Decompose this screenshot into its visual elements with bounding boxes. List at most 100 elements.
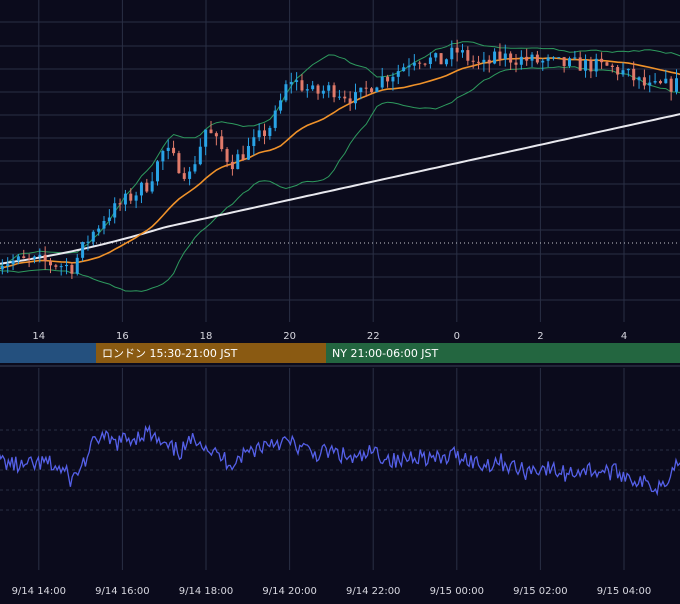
candle-down [225,149,229,162]
candle-down [423,63,427,65]
candle-down [177,153,181,174]
session-london-label: ロンドン 15:30-21:00 JST [102,347,238,360]
candle-down [241,154,245,160]
candle-up [493,51,497,64]
candle-up [246,145,250,160]
candle-down [70,264,74,274]
candle-up [664,78,668,84]
candle-up [6,264,10,267]
time-x-tick-label: 9/15 04:00 [597,586,651,597]
candle-up [161,150,165,162]
candle-down [386,76,390,82]
candle-down [514,62,518,65]
price-x-tick-label: 0 [454,331,460,342]
candle-up [402,67,406,72]
candle-down [642,77,646,86]
time-x-tick-label: 9/14 22:00 [346,586,400,597]
time-x-tick-label: 9/14 16:00 [95,586,149,597]
candle-up [188,171,192,179]
candle-down [263,130,267,136]
price-x-tick-label: 18 [200,331,213,342]
candle-down [172,147,176,154]
candle-up [91,231,95,242]
candle-up [519,56,523,65]
candle-up [675,78,679,92]
candle-up [193,164,197,172]
chart-canvas: 14 16 18 20 22 0 2 4 ロンドン 15:30-21:00 JST NY 21:… [0,0,680,600]
candle-down [118,203,122,205]
candle-up [637,77,641,81]
candle-up [268,127,272,136]
candle-down [509,53,513,63]
candle-up [16,256,20,261]
candle-down [632,68,636,81]
candle-up [305,89,309,91]
candle-up [139,182,143,196]
candle-down [418,62,422,64]
candle-down [610,65,614,68]
price-x-tick-label: 16 [116,331,129,342]
candle-down [209,129,213,134]
time-x-tick-label: 9/15 02:00 [513,586,567,597]
session-tokyo [0,343,96,363]
price-x-tick-label: 2 [537,331,543,342]
candle-up [482,59,486,63]
candle-down [348,98,352,104]
candle-up [257,130,261,138]
candle-down [605,62,609,66]
candle-up [621,70,625,75]
candle-down [616,67,620,75]
candle-down [332,85,336,98]
candle-up [311,85,315,90]
candle-down [439,53,443,65]
candle-up [134,195,138,201]
candle-up [204,129,208,147]
candle-up [295,80,299,82]
candle-up [198,146,202,165]
candle-up [353,92,357,104]
candle-up [503,53,507,60]
candle-up [59,266,63,268]
candle-down [658,81,662,84]
candle-down [49,261,53,266]
candle-up [273,110,277,128]
candle-down [370,88,374,93]
candle-down [535,54,539,63]
candle-up [150,181,154,192]
candle-down [487,59,491,64]
candle-up [75,257,79,274]
candle-down [230,161,234,170]
candle-up [97,228,101,232]
session-bar: ロンドン 15:30-21:00 JST NY 21:00-06:00 JST [0,343,680,363]
candle-down [43,254,47,262]
price-x-tick-label: 20 [283,331,296,342]
candle-up [337,96,341,98]
candle-down [669,78,673,92]
candle-down [455,47,459,53]
price-x-tick-label: 22 [367,331,380,342]
candle-down [477,61,481,63]
candle-up [450,47,454,60]
price-x-tick-label: 4 [621,331,627,342]
candle-up [434,53,438,58]
candle-up [594,58,598,72]
candle-up [557,57,561,59]
candle-down [471,60,475,62]
candle-up [380,76,384,88]
candle-down [316,85,320,94]
candle-up [102,221,106,229]
candle-up [107,217,111,222]
candle-up [279,100,283,111]
candle-down [22,256,26,259]
candle-up [444,59,448,65]
candle-up [321,90,325,94]
candle-down [343,96,347,99]
candle-down [54,265,58,267]
candle-up [86,241,90,243]
candle-up [460,50,464,53]
candle-up [0,266,4,270]
candle-up [407,65,411,68]
price-x-tick-label: 14 [32,331,45,342]
candle-up [653,81,657,83]
candle-up [551,57,555,59]
